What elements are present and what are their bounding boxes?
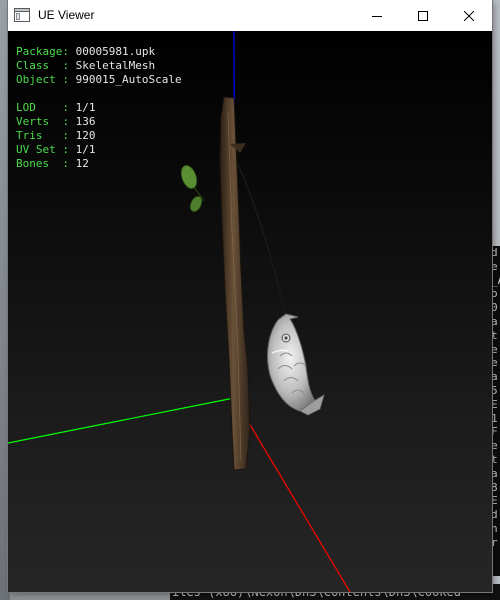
info-row: Verts : 136	[16, 115, 182, 129]
info-label: Verts :	[16, 115, 76, 128]
info-row: Bones : 12	[16, 157, 182, 171]
title-bar[interactable]: UE Viewer	[8, 0, 492, 31]
info-value: 1/1	[75, 143, 96, 156]
minimize-button[interactable]	[354, 0, 400, 31]
info-row: Package: 00005981.upk	[16, 45, 182, 59]
info-label: Object :	[16, 73, 76, 86]
info-value: 00005981.upk	[75, 45, 156, 58]
info-label: UV Set :	[16, 143, 76, 156]
close-icon	[464, 10, 474, 21]
info-row: Class : SkeletalMesh	[16, 59, 182, 73]
info-label: Class :	[16, 59, 76, 72]
maximize-button[interactable]	[400, 0, 446, 31]
mesh-info-panel: Package: 00005981.upk Class : SkeletalMes…	[16, 45, 182, 171]
window-title: UE Viewer	[38, 8, 95, 22]
info-row: LOD : 1/1	[16, 101, 182, 115]
info-label: LOD :	[16, 101, 76, 114]
info-row: Tris : 120	[16, 129, 182, 143]
info-label: Package:	[16, 45, 76, 58]
close-button[interactable]	[446, 0, 492, 31]
y-axis-line	[8, 397, 235, 444]
info-label: Bones :	[16, 157, 76, 170]
minimize-icon	[372, 15, 382, 17]
fish-ornament	[267, 313, 325, 416]
info-value: 136	[75, 115, 96, 128]
info-label: Tris :	[16, 129, 76, 142]
info-value: 1/1	[75, 101, 96, 114]
ue-viewer-window: UE Viewer Package: 00005981.upk Class: …	[8, 0, 492, 592]
info-value: 120	[75, 129, 96, 142]
app-icon	[14, 8, 30, 22]
info-value: 990015_AutoScale	[75, 73, 182, 86]
3d-viewport[interactable]: Package: 00005981.upk Class : SkeletalMes…	[8, 31, 492, 592]
x-axis-line	[233, 397, 351, 592]
maximize-icon	[418, 10, 428, 21]
info-row: Object : 990015_AutoScale	[16, 73, 182, 87]
info-row: UV Set : 1/1	[16, 143, 182, 157]
info-value: 12	[75, 157, 89, 170]
info-value: SkeletalMesh	[75, 59, 156, 72]
